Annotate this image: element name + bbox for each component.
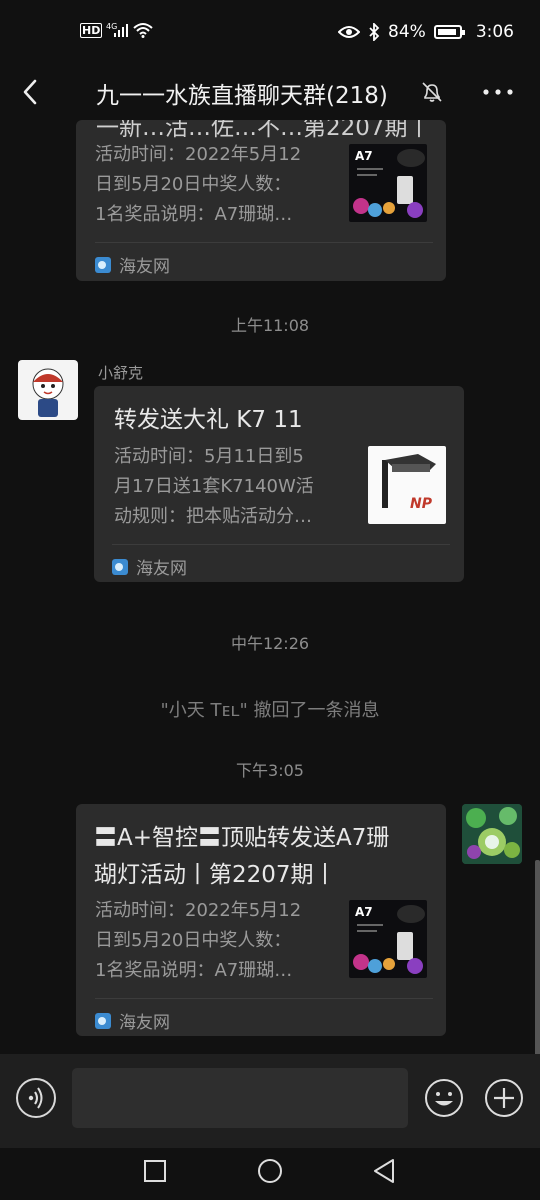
card-description: 活动时间：2022年5月12 日到5月20日中奖人数： 1名奖品说明：A7珊瑚…: [95, 144, 302, 225]
avatar-xiaoshuke[interactable]: [18, 360, 78, 420]
plus-icon[interactable]: [484, 1078, 524, 1118]
haiyou-logo-icon: [112, 558, 128, 575]
card-title: 转发送大礼 K7 11: [114, 407, 303, 433]
link-card-a7-own[interactable]: 〓A+智控〓顶贴转发送A7珊 瑚灯活动丨第2207期丨 活动时间：2022年5月…: [76, 804, 446, 1036]
hd-badge: HD: [80, 22, 103, 38]
thumb-label: A7: [355, 149, 373, 163]
scrollbar[interactable]: [535, 860, 540, 1060]
svg-text:4G: 4G: [106, 22, 117, 31]
card-source: 海友网: [95, 1008, 170, 1033]
clock: 3:06: [475, 22, 514, 42]
link-card-k7[interactable]: 转发送大礼 K7 11 活动时间：5月11日到5 月17日送1套K7140W活 …: [94, 386, 464, 582]
card-thumbnail: A7: [349, 900, 427, 978]
timestamp: 上午11:08: [230, 316, 310, 335]
bluetooth-icon: [369, 23, 380, 41]
emoji-icon[interactable]: [424, 1078, 464, 1118]
card-description: 活动时间：5月11日到5 月17日送1套K7140W活 动规则：把本贴活动分…: [114, 446, 314, 527]
bell-muted-icon: [422, 82, 442, 102]
card-thumbnail: A7: [349, 144, 427, 222]
battery-icon: [433, 25, 465, 39]
voice-icon[interactable]: [16, 1078, 56, 1118]
link-card-a7[interactable]: 一新…活…佐…不…第2207期丨 活动时间：2022年5月12 日到5月20日中…: [76, 120, 446, 281]
triangle-back-icon[interactable]: [372, 1158, 396, 1184]
more-dots-icon[interactable]: [482, 88, 514, 96]
signal-icon: 4G: [106, 22, 129, 37]
avatar-self[interactable]: [462, 804, 522, 864]
timestamp: 中午12:26: [230, 634, 310, 653]
recall-notice: "小天 Tᴇʟ" 撤回了一条消息: [160, 700, 380, 721]
card-source: 海友网: [95, 252, 170, 277]
wifi-icon: [133, 23, 154, 38]
haiyou-logo-icon: [95, 1012, 111, 1029]
message-input[interactable]: [72, 1068, 408, 1128]
battery-percent: 84%: [388, 22, 426, 42]
square-recent-icon[interactable]: [143, 1159, 167, 1183]
circle-home-icon[interactable]: [257, 1158, 283, 1184]
thumb-label: A7: [355, 905, 373, 919]
timestamp: 下午3:05: [236, 761, 304, 780]
card-title-partial: 一新…活…佐…不…第2207期丨: [96, 120, 431, 141]
card-thumbnail: NP: [368, 446, 446, 524]
sender-name: 小舒克: [98, 364, 144, 382]
status-right: 84% 3:06: [338, 22, 514, 42]
eye-icon: [338, 26, 361, 38]
chat-title: 九一一水族直播聊天群(218): [96, 83, 388, 109]
card-title: 〓A+智控〓顶贴转发送A7珊 瑚灯活动丨第2207期丨: [94, 825, 390, 888]
back-arrow-icon[interactable]: [18, 78, 46, 106]
thumb-label: NP: [410, 496, 433, 512]
haiyou-logo-icon: [95, 256, 111, 273]
network-indicator: HD 4G: [80, 22, 154, 38]
card-source: 海友网: [112, 554, 187, 579]
card-description: 活动时间：2022年5月12 日到5月20日中奖人数： 1名奖品说明：A7珊瑚…: [95, 900, 302, 981]
